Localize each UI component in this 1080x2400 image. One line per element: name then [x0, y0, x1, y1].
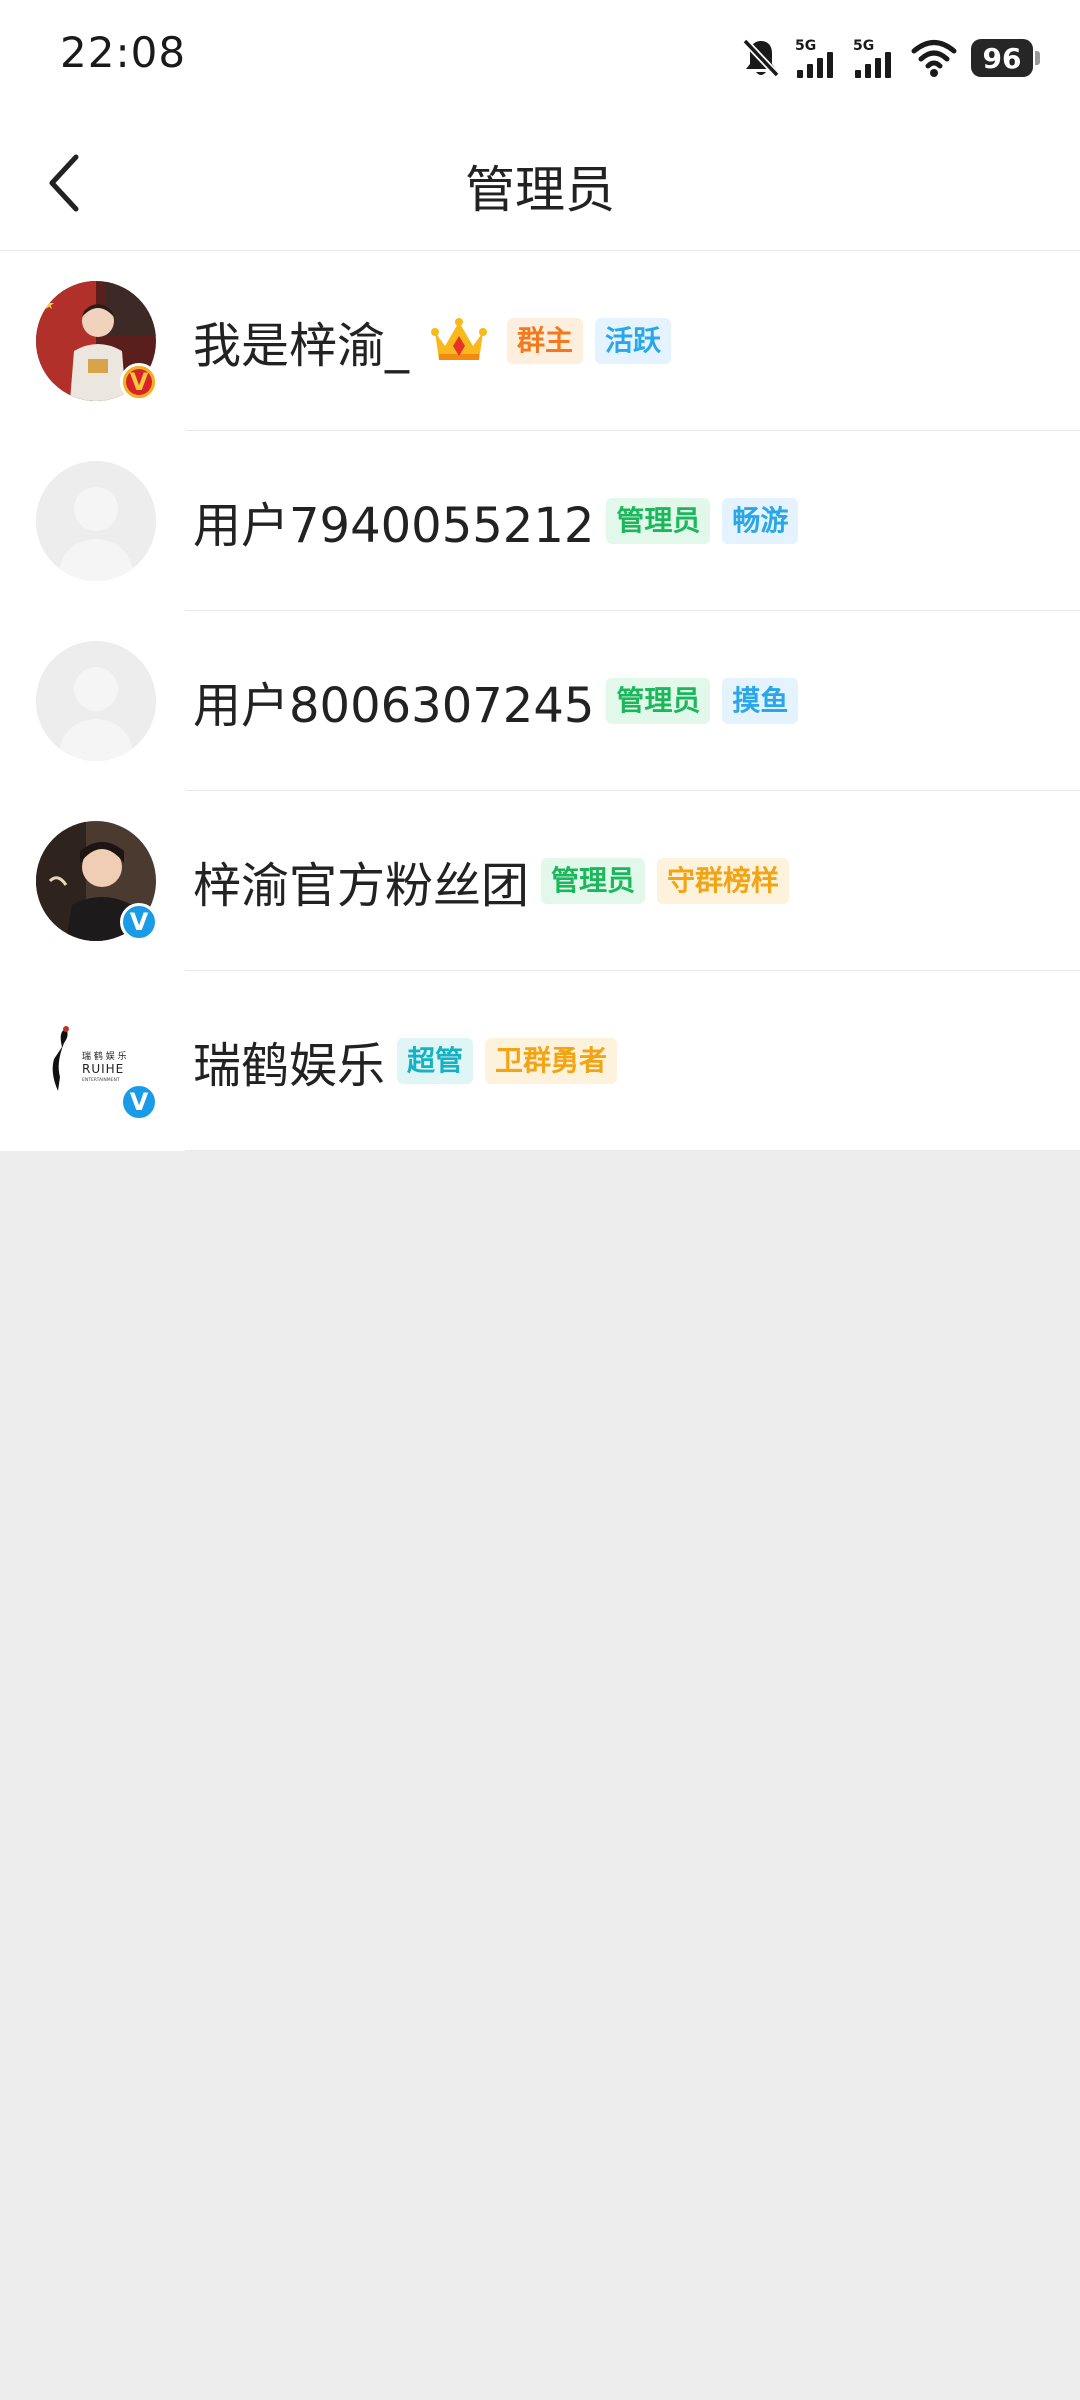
role-tag: 超管	[397, 1038, 474, 1084]
status-bar: 22:08 5G 5G 96	[0, 0, 1080, 115]
level-tag: 守群榜样	[657, 858, 790, 904]
header: 管理员	[0, 115, 1080, 251]
verify-badge: V	[120, 363, 158, 401]
member-info: 梓渝官方粉丝团 管理员 守群榜样	[193, 791, 790, 971]
status-time: 22:08	[60, 28, 187, 77]
role-tag: 管理员	[606, 678, 711, 724]
logo-sub-text: ENTERTAINMENT	[82, 1077, 120, 1083]
avatar[interactable]	[36, 461, 156, 581]
wifi-icon	[911, 38, 957, 78]
level-tag: 摸鱼	[722, 678, 799, 724]
avatar[interactable]: V	[36, 281, 158, 401]
signal-5g-icon: 5G	[853, 36, 897, 80]
member-info: 我是梓渝_ 群主 活跃	[193, 251, 672, 431]
bell-muted-icon	[741, 37, 781, 79]
battery-icon: 96	[971, 39, 1040, 77]
member-name: 瑞鹤娱乐	[193, 1038, 386, 1094]
role-tag: 管理员	[541, 858, 646, 904]
signal-label-2: 5G	[853, 38, 874, 54]
signal-label-1: 5G	[795, 38, 816, 54]
member-name: 用户8006307245	[193, 678, 595, 734]
page-title: 管理员	[465, 161, 615, 219]
crown-icon	[431, 318, 488, 360]
logo-en-text: RUIHE	[82, 1062, 124, 1076]
list-item[interactable]: 瑞 鹤 娱 乐 RUIHE ENTERTAINMENT V 瑞鹤娱乐 超管 卫群…	[0, 971, 1080, 1151]
member-info: 用户7940055212 管理员 畅游	[193, 431, 799, 611]
list-item[interactable]: 用户8006307245 管理员 摸鱼	[0, 611, 1080, 791]
level-tag: 活跃	[595, 318, 672, 364]
list-item[interactable]: V 我是梓渝_ 群主 活跃	[0, 251, 1080, 431]
member-info: 瑞鹤娱乐 超管 卫群勇者	[193, 971, 618, 1151]
member-name: 用户7940055212	[193, 498, 595, 554]
verify-badge: V	[120, 1083, 158, 1121]
avatar[interactable]	[36, 641, 156, 761]
default-avatar-icon	[36, 641, 156, 761]
default-avatar-icon	[36, 461, 156, 581]
logo-cn-text: 瑞 鹤 娱 乐	[82, 1050, 127, 1062]
member-list: V 我是梓渝_ 群主 活跃 用户7940055212 管理员 畅游 用户8006…	[0, 251, 1080, 1151]
status-icons: 5G 5G 96	[741, 32, 1040, 84]
list-item[interactable]: V 梓渝官方粉丝团 管理员 守群榜样	[0, 791, 1080, 971]
battery-level: 96	[971, 39, 1033, 77]
verify-badge: V	[120, 903, 158, 941]
avatar[interactable]: V	[36, 821, 158, 941]
role-tag: 管理员	[606, 498, 711, 544]
role-tag: 群主	[507, 318, 584, 364]
member-name: 梓渝官方粉丝团	[193, 858, 530, 914]
level-tag: 卫群勇者	[485, 1038, 618, 1084]
list-item[interactable]: 用户7940055212 管理员 畅游	[0, 431, 1080, 611]
avatar[interactable]: 瑞 鹤 娱 乐 RUIHE ENTERTAINMENT V	[36, 1001, 158, 1121]
member-info: 用户8006307245 管理员 摸鱼	[193, 611, 799, 791]
level-tag: 畅游	[722, 498, 799, 544]
member-name: 我是梓渝_	[193, 318, 410, 374]
signal-5g-icon: 5G	[795, 36, 839, 80]
